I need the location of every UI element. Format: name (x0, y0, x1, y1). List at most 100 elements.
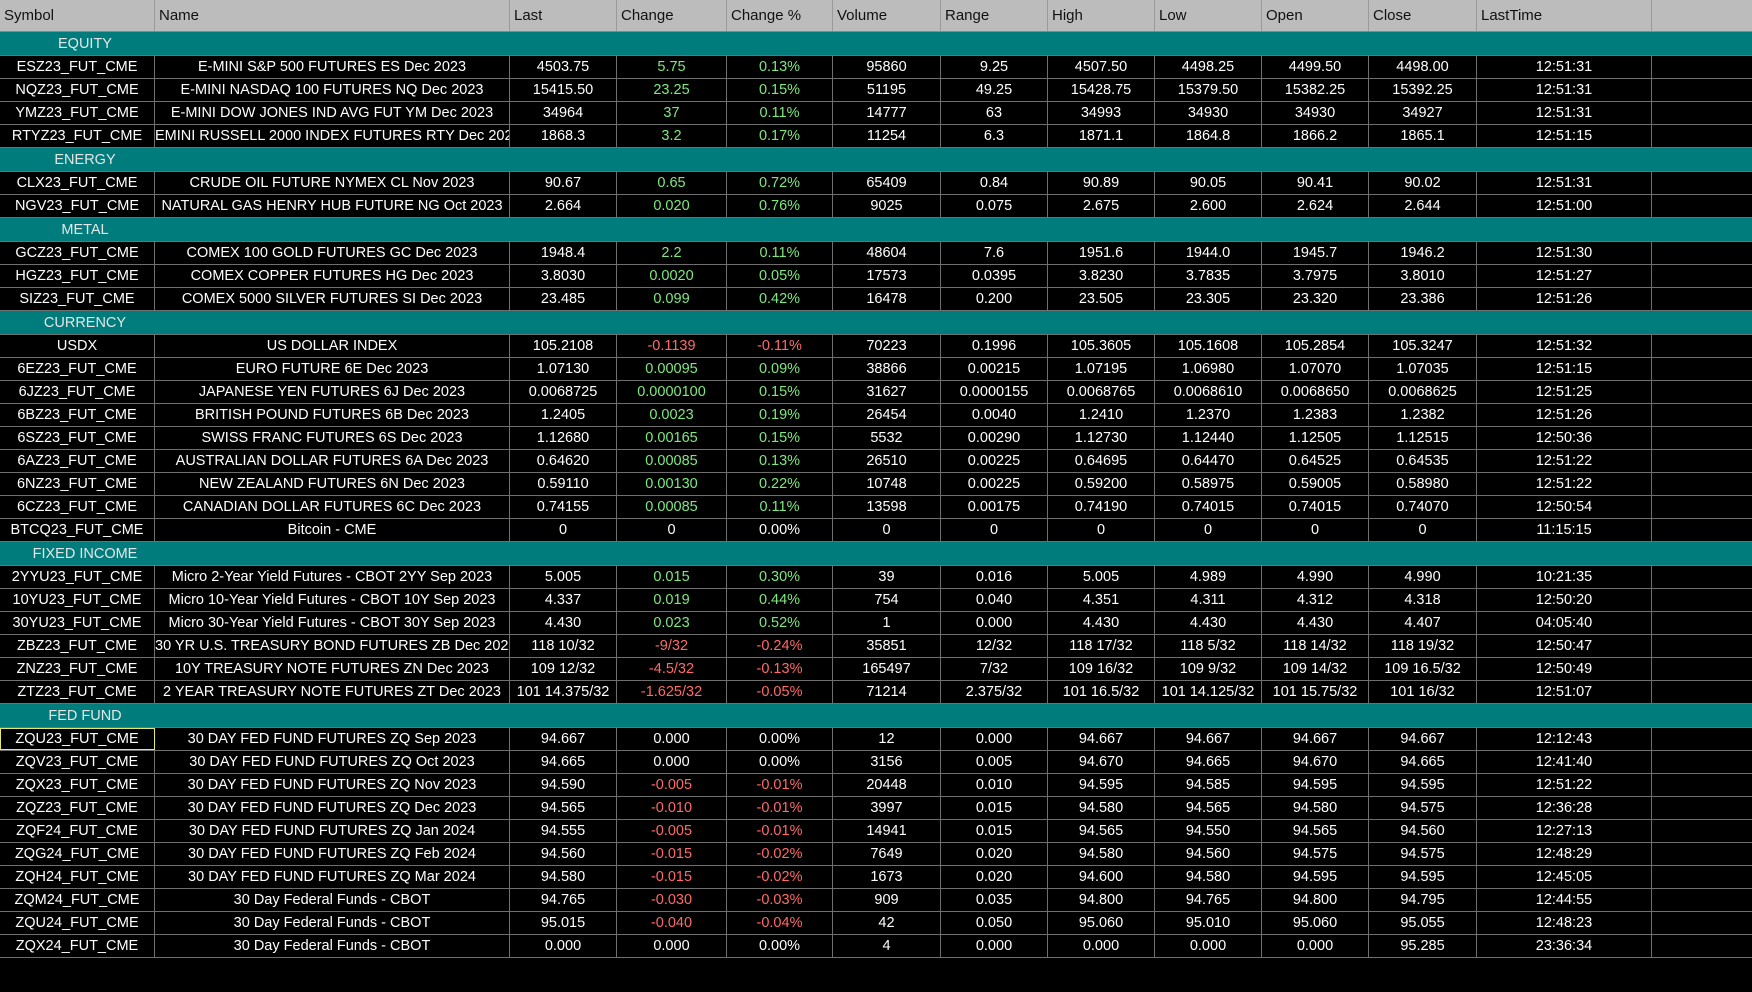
close-cell[interactable]: 109 16.5/32 (1369, 658, 1477, 680)
change-cell[interactable]: 0 (617, 519, 727, 541)
change-cell[interactable]: -0.040 (617, 912, 727, 934)
symbol-cell[interactable]: YMZ23_FUT_CME (0, 102, 155, 124)
close-cell[interactable]: 94.665 (1369, 751, 1477, 773)
symbol-cell[interactable]: ZBZ23_FUT_CME (0, 635, 155, 657)
quote-row[interactable]: SIZ23_FUT_CME COMEX 5000 SILVER FUTURES S… (0, 288, 1752, 311)
last-time-cell[interactable]: 12:50:47 (1477, 635, 1652, 657)
range-cell[interactable]: 49.25 (941, 79, 1048, 101)
high-cell[interactable]: 0.000 (1048, 935, 1155, 957)
quote-row[interactable]: ZTZ23_FUT_CME 2 YEAR TREASURY NOTE FUTURE… (0, 681, 1752, 704)
last-cell[interactable]: 4.337 (510, 589, 617, 611)
change-pct-cell[interactable]: 0.11% (727, 102, 833, 124)
open-cell[interactable]: 1866.2 (1262, 125, 1369, 147)
high-cell[interactable]: 34993 (1048, 102, 1155, 124)
high-cell[interactable]: 118 17/32 (1048, 635, 1155, 657)
quote-row[interactable]: NQZ23_FUT_CME E-MINI NASDAQ 100 FUTURES N… (0, 79, 1752, 102)
volume-cell[interactable]: 9025 (833, 195, 941, 217)
low-cell[interactable]: 109 9/32 (1155, 658, 1262, 680)
volume-cell[interactable]: 11254 (833, 125, 941, 147)
range-cell[interactable]: 0.016 (941, 566, 1048, 588)
last-time-cell[interactable]: 12:12:43 (1477, 728, 1652, 750)
low-cell[interactable]: 4498.25 (1155, 56, 1262, 78)
last-time-cell[interactable]: 12:51:15 (1477, 125, 1652, 147)
range-cell[interactable]: 0.000 (941, 612, 1048, 634)
symbol-cell[interactable]: ZQZ23_FUT_CME (0, 797, 155, 819)
last-cell[interactable]: 94.560 (510, 843, 617, 865)
open-cell[interactable]: 1.2383 (1262, 404, 1369, 426)
high-cell[interactable]: 0.0068765 (1048, 381, 1155, 403)
quote-row[interactable]: ZQV23_FUT_CME 30 DAY FED FUND FUTURES ZQ … (0, 751, 1752, 774)
change-cell[interactable]: -0.005 (617, 774, 727, 796)
open-cell[interactable]: 95.060 (1262, 912, 1369, 934)
low-cell[interactable]: 4.430 (1155, 612, 1262, 634)
high-cell[interactable]: 94.667 (1048, 728, 1155, 750)
volume-cell[interactable]: 14941 (833, 820, 941, 842)
quote-row[interactable]: ZQX23_FUT_CME 30 DAY FED FUND FUTURES ZQ … (0, 774, 1752, 797)
name-cell[interactable]: Micro 2-Year Yield Futures - CBOT 2YY Se… (155, 566, 510, 588)
low-cell[interactable]: 94.765 (1155, 889, 1262, 911)
high-cell[interactable]: 94.670 (1048, 751, 1155, 773)
symbol-cell[interactable]: ZQM24_FUT_CME (0, 889, 155, 911)
column-header-close[interactable]: Close (1369, 0, 1477, 31)
range-cell[interactable]: 0.040 (941, 589, 1048, 611)
change-pct-cell[interactable]: -0.05% (727, 681, 833, 703)
open-cell[interactable]: 4.990 (1262, 566, 1369, 588)
volume-cell[interactable]: 42 (833, 912, 941, 934)
name-cell[interactable]: Micro 30-Year Yield Futures - CBOT 30Y S… (155, 612, 510, 634)
close-cell[interactable]: 3.8010 (1369, 265, 1477, 287)
high-cell[interactable]: 0.74190 (1048, 496, 1155, 518)
open-cell[interactable]: 1.12505 (1262, 427, 1369, 449)
last-cell[interactable]: 94.590 (510, 774, 617, 796)
high-cell[interactable]: 3.8230 (1048, 265, 1155, 287)
quote-row[interactable]: 6JZ23_FUT_CME JAPANESE YEN FUTURES 6J Dec… (0, 381, 1752, 404)
high-cell[interactable]: 4.351 (1048, 589, 1155, 611)
quote-row[interactable]: 6NZ23_FUT_CME NEW ZEALAND FUTURES 6N Dec … (0, 473, 1752, 496)
name-cell[interactable]: JAPANESE YEN FUTURES 6J Dec 2023 (155, 381, 510, 403)
change-pct-cell[interactable]: 0.52% (727, 612, 833, 634)
high-cell[interactable]: 2.675 (1048, 195, 1155, 217)
symbol-cell[interactable]: 6BZ23_FUT_CME (0, 404, 155, 426)
open-cell[interactable]: 94.565 (1262, 820, 1369, 842)
open-cell[interactable]: 3.7975 (1262, 265, 1369, 287)
symbol-cell[interactable]: ZQH24_FUT_CME (0, 866, 155, 888)
change-pct-cell[interactable]: 0.72% (727, 172, 833, 194)
column-header-change[interactable]: Change (617, 0, 727, 31)
quote-row[interactable]: ZQU23_FUT_CME 30 DAY FED FUND FUTURES ZQ … (0, 728, 1752, 751)
volume-cell[interactable]: 12 (833, 728, 941, 750)
open-cell[interactable]: 1.07070 (1262, 358, 1369, 380)
change-pct-cell[interactable]: 0.17% (727, 125, 833, 147)
low-cell[interactable]: 94.580 (1155, 866, 1262, 888)
open-cell[interactable]: 4.312 (1262, 589, 1369, 611)
low-cell[interactable]: 23.305 (1155, 288, 1262, 310)
change-cell[interactable]: 0.000 (617, 751, 727, 773)
open-cell[interactable]: 90.41 (1262, 172, 1369, 194)
range-cell[interactable]: 0.015 (941, 820, 1048, 842)
high-cell[interactable]: 90.89 (1048, 172, 1155, 194)
range-cell[interactable]: 0.035 (941, 889, 1048, 911)
range-cell[interactable]: 7/32 (941, 658, 1048, 680)
group-header[interactable]: EQUITY (0, 32, 1752, 56)
last-cell[interactable]: 94.667 (510, 728, 617, 750)
volume-cell[interactable]: 51195 (833, 79, 941, 101)
low-cell[interactable]: 0.0068610 (1155, 381, 1262, 403)
last-time-cell[interactable]: 12:51:15 (1477, 358, 1652, 380)
change-pct-cell[interactable]: 0.30% (727, 566, 833, 588)
name-cell[interactable]: Micro 10-Year Yield Futures - CBOT 10Y S… (155, 589, 510, 611)
group-header[interactable]: FED FUND (0, 704, 1752, 728)
volume-cell[interactable]: 0 (833, 519, 941, 541)
change-pct-cell[interactable]: -0.03% (727, 889, 833, 911)
close-cell[interactable]: 101 16/32 (1369, 681, 1477, 703)
last-time-cell[interactable]: 12:45:05 (1477, 866, 1652, 888)
quote-row[interactable]: ZQG24_FUT_CME 30 DAY FED FUND FUTURES ZQ … (0, 843, 1752, 866)
range-cell[interactable]: 0.00225 (941, 450, 1048, 472)
change-cell[interactable]: 0.099 (617, 288, 727, 310)
close-cell[interactable]: 4.318 (1369, 589, 1477, 611)
close-cell[interactable]: 90.02 (1369, 172, 1477, 194)
quote-row[interactable]: ZQZ23_FUT_CME 30 DAY FED FUND FUTURES ZQ … (0, 797, 1752, 820)
last-cell[interactable]: 4503.75 (510, 56, 617, 78)
low-cell[interactable]: 90.05 (1155, 172, 1262, 194)
last-time-cell[interactable]: 12:50:54 (1477, 496, 1652, 518)
change-pct-cell[interactable]: 0.00% (727, 935, 833, 957)
range-cell[interactable]: 0.000 (941, 935, 1048, 957)
quote-row[interactable]: CLX23_FUT_CME CRUDE OIL FUTURE NYMEX CL N… (0, 172, 1752, 195)
